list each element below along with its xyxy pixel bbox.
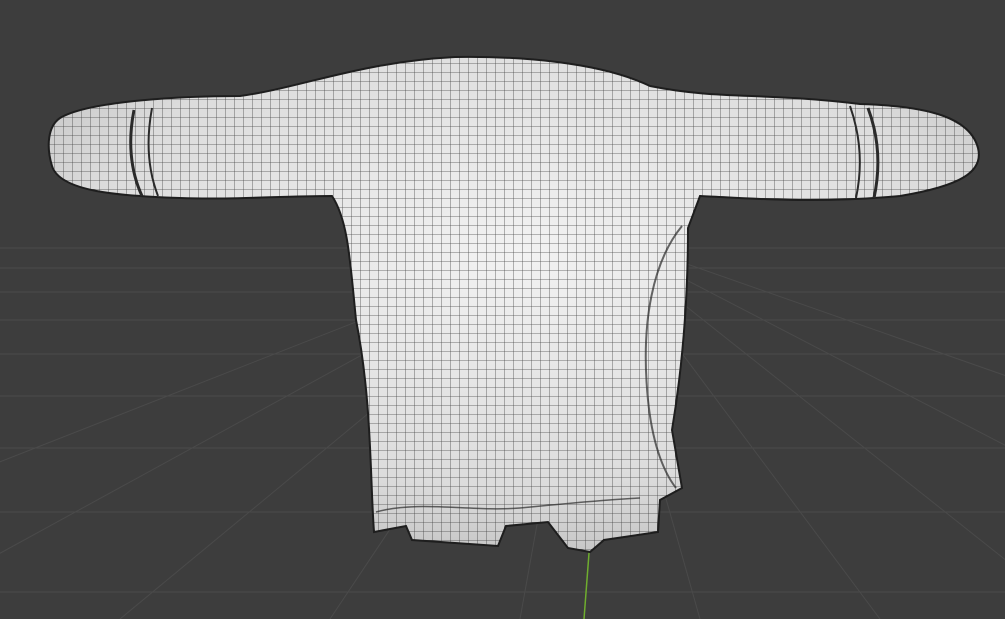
sweater-mesh[interactable]: [40, 50, 1000, 560]
viewport-canvas[interactable]: [0, 0, 1005, 619]
3d-viewport[interactable]: [0, 0, 1005, 619]
